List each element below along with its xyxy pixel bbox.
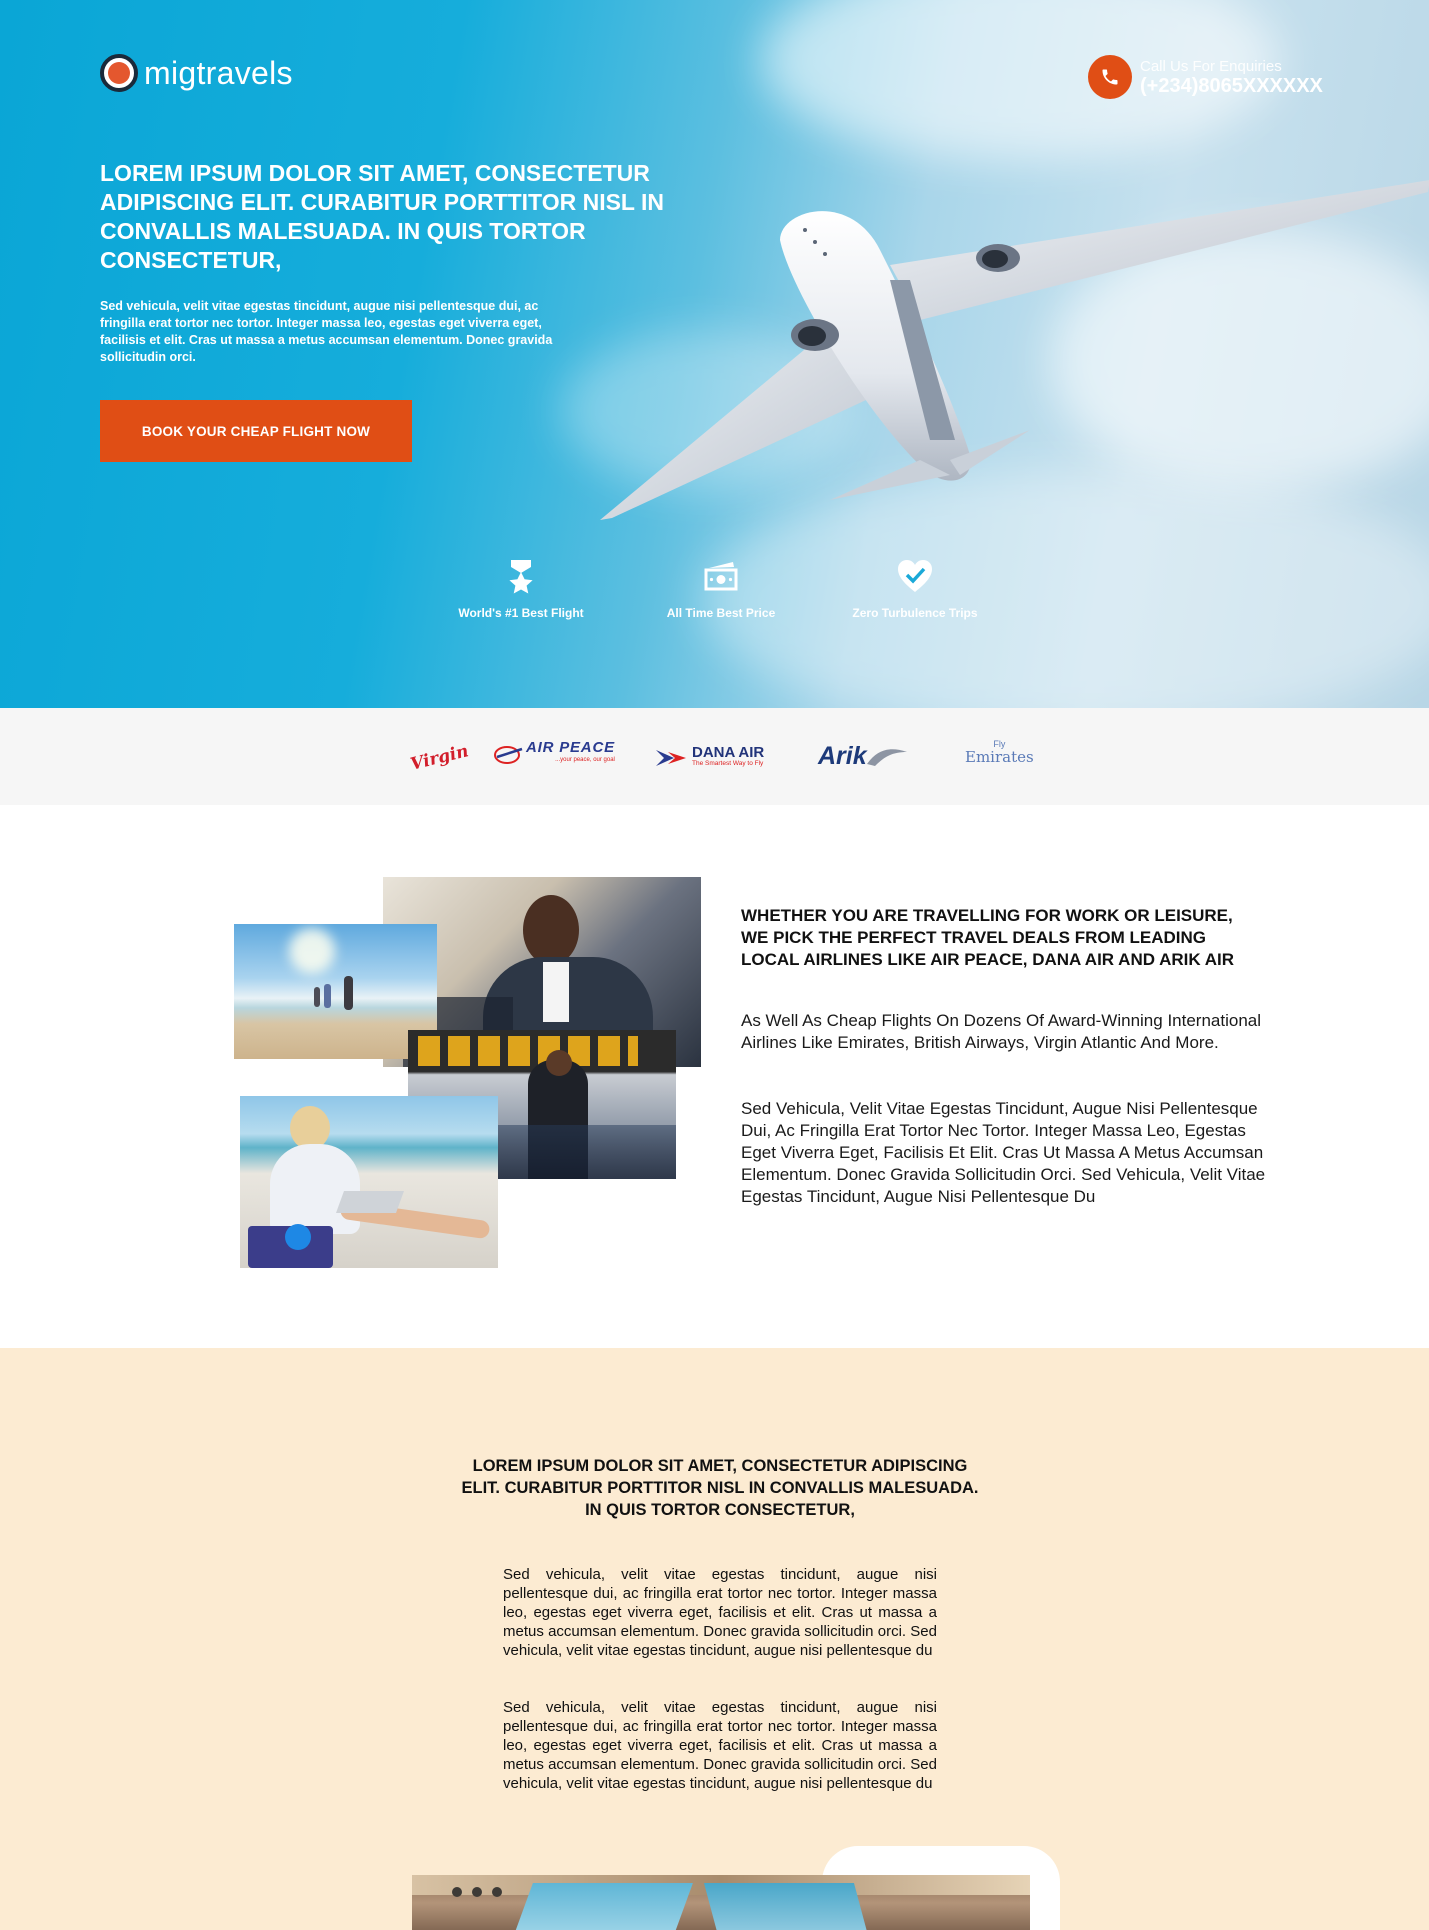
partner-name: Arik (818, 741, 867, 770)
book-flight-button[interactable]: BOOK YOUR CHEAP FLIGHT NOW (100, 400, 412, 462)
logo-icon (100, 54, 138, 92)
section2-paragraph-2: Sed vehicula, velit vitae egestas tincid… (503, 1699, 937, 1792)
arik-wing-icon (866, 749, 907, 766)
partner-logo-emirates: Fly Emirates (965, 738, 1034, 774)
phone-icon (1088, 55, 1132, 99)
intro-title: WHETHER YOU ARE TRAVELLING FOR WORK OR L… (741, 906, 1235, 969)
partner-name: Emirates (965, 748, 1034, 766)
section2-paragraph-1: Sed vehicula, velit vitae egestas tincid… (503, 1566, 937, 1659)
brand-name: migtravels (144, 54, 293, 91)
heart-check-icon (895, 556, 935, 596)
feature-label: All Time Best Price (666, 606, 776, 620)
partner-name: AIR PEACE (526, 739, 615, 756)
dana-air-icon (656, 750, 686, 766)
brand-logo[interactable]: migtravels (100, 54, 293, 92)
air-peace-icon (494, 746, 523, 764)
partner-logo-virgin: Virgin (408, 740, 471, 776)
feature-zero-turbulence: Zero Turbulence Trips (850, 556, 980, 621)
woman-laptop-beach-photo (240, 1096, 498, 1268)
intro-paragraph-1: As Well As Cheap Flights On Dozens Of Aw… (741, 1011, 1262, 1052)
contact-block[interactable]: Call Us For Enquiries (+234)8065XXXXXX (1088, 55, 1323, 99)
feature-label: Zero Turbulence Trips (852, 606, 978, 620)
partner-name: DANA AIR (692, 744, 765, 761)
partner-tagline: The Smartest Way to Fly (692, 760, 764, 767)
feature-label: World's #1 Best Flight (458, 606, 584, 620)
partner-logo-air-peace: AIR PEACE ...your peace, our goal (492, 736, 615, 772)
intro-paragraph-2: Sed Vehicula, Velit Vitae Egestas Tincid… (741, 1099, 1266, 1206)
hero-section: migtravels Call Us For Enquiries (+234)8… (0, 0, 1429, 708)
partner-logo-arik: Arik (818, 738, 907, 774)
cockpit-photo (412, 1875, 1030, 1930)
beige-info-section: LOREM IPSUM DOLOR SIT AMET, CONSECTETUR … (0, 1348, 1429, 1930)
contact-label: Call Us For Enquiries (1140, 57, 1282, 75)
hero-subtitle: Sed vehicula, velit vitae egestas tincid… (100, 299, 553, 364)
section2-title: LOREM IPSUM DOLOR SIT AMET, CONSECTETUR … (461, 1457, 979, 1519)
feature-best-price: All Time Best Price (656, 556, 786, 621)
money-icon (701, 556, 741, 596)
partner-name: Virgin (408, 741, 471, 775)
beach-family-photo (234, 924, 437, 1059)
airplane-image (600, 180, 1429, 520)
medal-star-icon (501, 556, 541, 596)
feature-best-flight: World's #1 Best Flight (456, 556, 586, 621)
partner-airlines-bar: Virgin AIR PEACE ...your peace, our goal… (0, 708, 1429, 805)
partner-logo-dana-air: DANA AIR The Smartest Way to Fly (656, 740, 764, 776)
contact-phone-number[interactable]: (+234)8065XXXXXX (1140, 75, 1323, 97)
